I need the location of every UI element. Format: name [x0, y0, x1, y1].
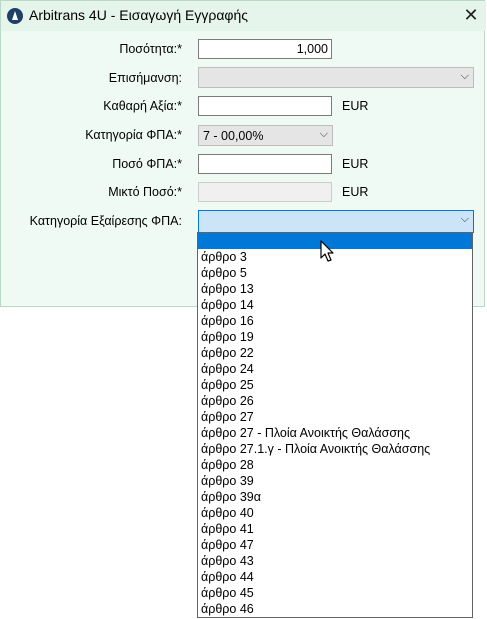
dropdown-option[interactable]: άρθρο 27 [198, 409, 472, 425]
dropdown-option[interactable]: άρθρο 39 [198, 473, 472, 489]
quantity-label: Ποσότητα:* [119, 42, 182, 56]
vat-category-label: Κατηγορία ΦΠΑ:* [85, 128, 182, 142]
quantity-input[interactable]: 1,000 [198, 39, 332, 59]
vat-exemption-select[interactable]: ⌵ [198, 210, 474, 233]
dropdown-option[interactable]: άρθρο 39α [198, 489, 472, 505]
flag-label: Επισήμανση: [108, 71, 182, 85]
close-icon[interactable]: ✕ [456, 1, 486, 31]
vat-amount-input[interactable] [198, 154, 332, 174]
dropdown-option[interactable]: άρθρο 27 - Πλοία Ανοικτής Θαλάσσης [198, 425, 472, 441]
mouse-pointer-icon [320, 240, 334, 262]
dropdown-option[interactable]: άρθρο 27.1.γ - Πλοία Ανοικτής Θαλάσσης [198, 441, 472, 457]
vat-exemption-label: Κατηγορία Εξαίρεσης ΦΠΑ: [29, 214, 182, 228]
dropdown-option[interactable]: άρθρο 16 [198, 313, 472, 329]
dropdown-option[interactable]: άρθρο 45 [198, 585, 472, 601]
chevron-down-icon: ⌵ [460, 213, 469, 225]
gross-amount-label: Μικτό Ποσό:* [108, 185, 182, 199]
net-value-label: Καθαρή Αξία:* [103, 99, 182, 113]
dropdown-option[interactable]: άρθρο 46 [198, 601, 472, 617]
vat-amount-label: Ποσό ΦΠΑ:* [112, 157, 182, 171]
flag-select[interactable]: ⌵ [198, 67, 474, 88]
net-value-unit: EUR [342, 99, 369, 113]
gross-amount-unit: EUR [342, 185, 369, 199]
vat-category-select[interactable]: 7 - 00,00% ⌵ [198, 125, 333, 146]
gross-amount-input [198, 182, 332, 202]
title-bar[interactable]: Arbitrans 4U - Εισαγωγή Εγγραφής ✕ [1, 1, 486, 31]
window-title: Arbitrans 4U - Εισαγωγή Εγγραφής [29, 7, 249, 23]
net-value-input[interactable] [198, 96, 332, 116]
dropdown-option[interactable]: άρθρο 24 [198, 361, 472, 377]
dropdown-option[interactable]: άρθρο 25 [198, 377, 472, 393]
vat-amount-unit: EUR [342, 157, 369, 171]
vat-exemption-dropdown-list[interactable]: άρθρο 3 άρθρο 5 άρθρο 13 άρθρο 14 άρθρο 16 άρ… [197, 232, 473, 618]
chevron-down-icon: ⌵ [460, 70, 469, 82]
dropdown-option[interactable]: άρθρο 13 [198, 281, 472, 297]
arbitrans-logo-icon [7, 8, 23, 24]
dropdown-option[interactable]: άρθρο 22 [198, 345, 472, 361]
dropdown-option[interactable]: άρθρο 44 [198, 569, 472, 585]
chevron-down-icon: ⌵ [319, 128, 328, 140]
dropdown-option[interactable]: άρθρο 28 [198, 457, 472, 473]
dropdown-option[interactable]: άρθρο 47 [198, 537, 472, 553]
dropdown-option[interactable]: άρθρο 14 [198, 297, 472, 313]
dropdown-option[interactable]: άρθρο 5 [198, 265, 472, 281]
dropdown-option[interactable]: άρθρο 41 [198, 521, 472, 537]
dropdown-option[interactable]: άρθρο 26 [198, 393, 472, 409]
dropdown-option[interactable]: άρθρο 19 [198, 329, 472, 345]
dropdown-option[interactable]: άρθρο 40 [198, 505, 472, 521]
dropdown-option[interactable]: άρθρο 43 [198, 553, 472, 569]
vat-category-value: 7 - 00,00% [203, 129, 264, 143]
